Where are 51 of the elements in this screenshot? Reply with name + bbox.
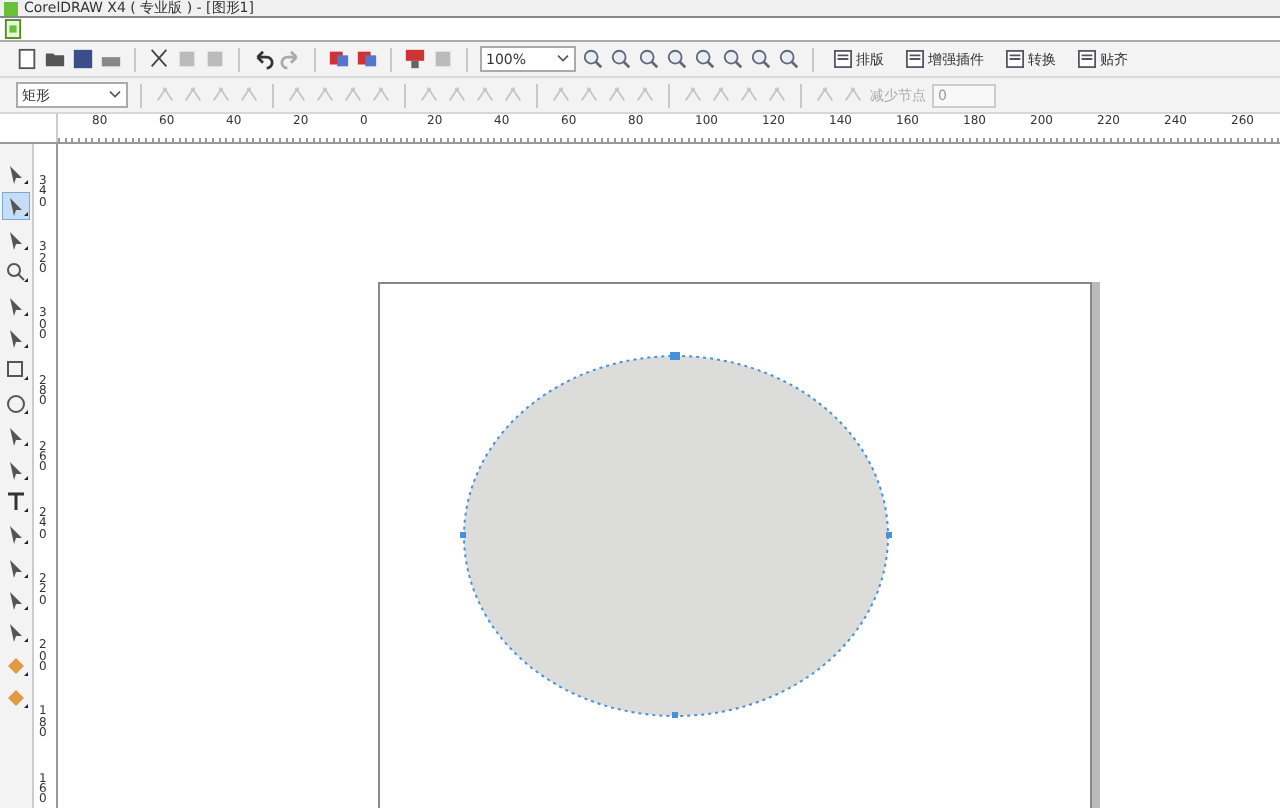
save-icon[interactable] [72,48,94,70]
node-edit-icon[interactable] [550,84,572,106]
node-edit-icon[interactable] [578,84,600,106]
window-icon [834,50,852,68]
node-edit-icon[interactable] [710,84,732,106]
node-edit-icon[interactable] [634,84,656,106]
node-edit-icon[interactable] [502,84,524,106]
node-edit-icon[interactable] [314,84,336,106]
undo-icon[interactable] [252,48,274,70]
tool-icon[interactable] [2,258,30,287]
zoom-icon[interactable] [694,48,716,70]
node-edit-icon[interactable] [154,84,176,106]
node-edit-icon[interactable] [474,84,496,106]
scissors-icon[interactable] [148,48,170,70]
node-edit-icon[interactable] [286,84,308,106]
zoom-icon[interactable] [666,48,688,70]
node-edit-icon[interactable] [766,84,788,106]
document-icon[interactable] [4,18,22,40]
toolbar-icon[interactable] [404,48,426,70]
zoom-icon[interactable] [610,48,632,70]
window-icon [906,50,924,68]
app-icon [4,2,18,16]
node-edit-icon[interactable] [606,84,628,106]
window-icon [1078,50,1096,68]
window-icon [1006,50,1024,68]
node-edit-icon[interactable] [814,84,836,106]
zoom-icon[interactable] [638,48,660,70]
node-edit-icon[interactable] [446,84,468,106]
chevron-down-icon [556,54,570,64]
tool-icon[interactable] [2,487,30,516]
zoom-icon[interactable] [750,48,772,70]
tool-icon[interactable] [2,389,30,418]
node-edit-icon[interactable] [210,84,232,106]
folder-icon[interactable] [44,48,66,70]
toolbar-icon[interactable] [16,48,38,70]
node-edit-icon[interactable] [370,84,392,106]
toolbar-icon[interactable] [356,48,378,70]
node-edit-icon[interactable] [842,84,864,106]
tool-icon[interactable] [2,192,30,221]
chevron-down-icon [108,90,122,100]
node-edit-icon[interactable] [682,84,704,106]
tool-icon[interactable] [2,356,30,385]
node-edit-icon[interactable] [238,84,260,106]
node-edit-icon[interactable] [418,84,440,106]
zoom-icon[interactable] [778,48,800,70]
node-edit-icon[interactable] [182,84,204,106]
toolbar-icon[interactable] [328,48,350,70]
zoom-icon[interactable] [582,48,604,70]
node-edit-icon[interactable] [738,84,760,106]
node-edit-icon[interactable] [342,84,364,106]
zoom-icon[interactable] [722,48,744,70]
